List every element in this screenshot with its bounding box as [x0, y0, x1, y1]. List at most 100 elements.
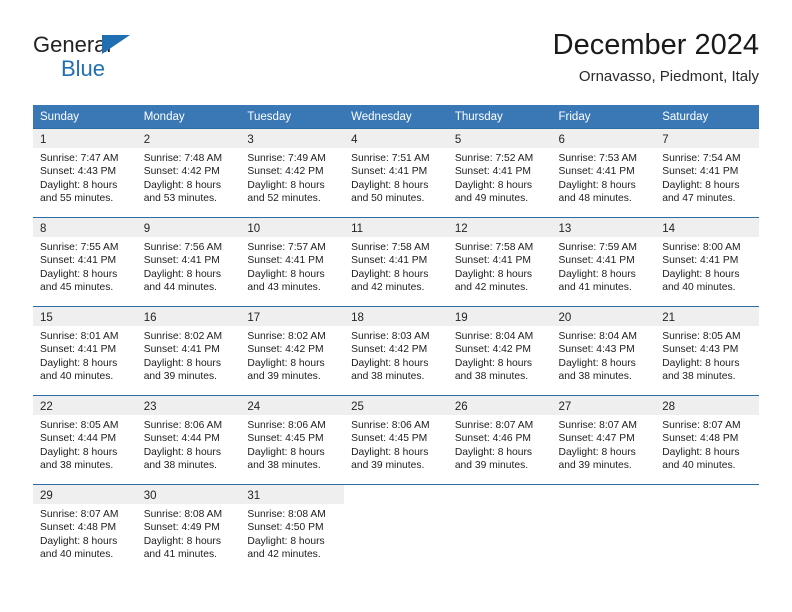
day-cell-inner: 6 Sunrise: 7:53 AM Sunset: 4:41 PM Dayli…: [551, 129, 656, 217]
sunrise-text: Sunrise: 7:57 AM: [247, 242, 326, 253]
daylight-line1: Daylight: 8 hours: [247, 535, 325, 547]
day-cell-inner: 18 Sunrise: 8:03 AM Sunset: 4:42 PM Dayl…: [344, 307, 448, 395]
sunrise-text: Sunrise: 8:03 AM: [351, 331, 430, 342]
day-details: Sunrise: 7:54 AM Sunset: 4:41 PM Dayligh…: [655, 148, 759, 206]
daylight-line2: and 38 minutes.: [454, 371, 529, 383]
daylight-line2: and 40 minutes.: [662, 282, 736, 294]
sunset-text: Sunset: 4:41 PM: [143, 255, 220, 267]
day-number-band: 22: [33, 396, 137, 415]
calendar-day-cell[interactable]: 1 Sunrise: 7:47 AM Sunset: 4:43 PM Dayli…: [33, 128, 137, 218]
calendar-day-cell[interactable]: 7 Sunrise: 7:54 AM Sunset: 4:41 PM Dayli…: [655, 128, 759, 218]
page-subtitle-location: Ornavasso, Piedmont, Italy: [578, 68, 759, 85]
day-details: Sunrise: 8:06 AM Sunset: 4:44 PM Dayligh…: [137, 415, 241, 473]
calendar-week-row: 1 Sunrise: 7:47 AM Sunset: 4:43 PM Dayli…: [33, 128, 759, 218]
sunset-text: Sunset: 4:43 PM: [558, 344, 635, 356]
calendar-day-cell[interactable]: 5 Sunrise: 7:52 AM Sunset: 4:41 PM Dayli…: [447, 128, 552, 218]
day-number: 22: [40, 401, 53, 413]
daylight-line2: and 43 minutes.: [247, 282, 321, 294]
calendar-day-cell[interactable]: 26 Sunrise: 8:07 AM Sunset: 4:46 PM Dayl…: [447, 395, 552, 485]
day-details: Sunrise: 8:07 AM Sunset: 4:48 PM Dayligh…: [655, 415, 759, 473]
sunset-text: Sunset: 4:41 PM: [454, 255, 531, 267]
sunset-text: Sunset: 4:43 PM: [40, 166, 117, 178]
calendar-day-cell[interactable]: 17 Sunrise: 8:02 AM Sunset: 4:42 PM Dayl…: [240, 306, 345, 396]
daylight-line1: Daylight: 8 hours: [247, 268, 325, 280]
daylight-line1: Daylight: 8 hours: [143, 268, 221, 280]
calendar-day-cell[interactable]: 23 Sunrise: 8:06 AM Sunset: 4:44 PM Dayl…: [136, 395, 241, 485]
calendar-day-cell[interactable]: 21 Sunrise: 8:05 AM Sunset: 4:43 PM Dayl…: [655, 306, 759, 396]
calendar-day-cell[interactable]: 9 Sunrise: 7:56 AM Sunset: 4:41 PM Dayli…: [136, 217, 241, 307]
day-number: 2: [143, 134, 151, 146]
daylight-line1: Daylight: 8 hours: [247, 179, 325, 191]
day-cell-inner: 19 Sunrise: 8:04 AM Sunset: 4:42 PM Dayl…: [447, 307, 552, 395]
daylight-line1: Daylight: 8 hours: [40, 446, 118, 458]
calendar-day-cell[interactable]: 22 Sunrise: 8:05 AM Sunset: 4:44 PM Dayl…: [33, 395, 137, 485]
daylight-line1: Daylight: 8 hours: [247, 357, 325, 369]
daylight-line2: and 55 minutes.: [40, 193, 114, 205]
calendar-day-cell[interactable]: 30 Sunrise: 8:08 AM Sunset: 4:49 PM Dayl…: [136, 484, 241, 573]
day-cell-inner: 5 Sunrise: 7:52 AM Sunset: 4:41 PM Dayli…: [447, 129, 552, 217]
sunrise-text: Sunrise: 8:00 AM: [662, 242, 741, 253]
calendar-day-cell[interactable]: 27 Sunrise: 8:07 AM Sunset: 4:47 PM Dayl…: [551, 395, 656, 485]
daylight-line2: and 53 minutes.: [143, 193, 217, 205]
day-details: Sunrise: 8:07 AM Sunset: 4:46 PM Dayligh…: [448, 415, 552, 473]
calendar-day-cell[interactable]: 15 Sunrise: 8:01 AM Sunset: 4:41 PM Dayl…: [33, 306, 137, 396]
day-number-band: 12: [447, 218, 552, 237]
calendar-day-cell[interactable]: 13 Sunrise: 7:59 AM Sunset: 4:41 PM Dayl…: [551, 217, 656, 307]
calendar-day-cell[interactable]: 18 Sunrise: 8:03 AM Sunset: 4:42 PM Dayl…: [344, 306, 448, 396]
calendar-day-cell[interactable]: 31 Sunrise: 8:08 AM Sunset: 4:50 PM Dayl…: [240, 484, 345, 573]
daylight-line2: and 40 minutes.: [40, 371, 114, 383]
sunset-text: Sunset: 4:41 PM: [40, 344, 117, 356]
sunset-text: Sunset: 4:44 PM: [143, 433, 220, 445]
day-details: Sunrise: 8:08 AM Sunset: 4:50 PM Dayligh…: [240, 504, 344, 562]
daylight-line2: and 41 minutes.: [558, 282, 632, 294]
day-cell-inner: 26 Sunrise: 8:07 AM Sunset: 4:46 PM Dayl…: [447, 396, 552, 484]
calendar-day-cell[interactable]: 11 Sunrise: 7:58 AM Sunset: 4:41 PM Dayl…: [344, 217, 448, 307]
day-number-band: 13: [551, 218, 656, 237]
sunset-text: Sunset: 4:50 PM: [247, 522, 324, 534]
calendar-day-cell[interactable]: 19 Sunrise: 8:04 AM Sunset: 4:42 PM Dayl…: [447, 306, 552, 396]
day-number-band: 9: [136, 218, 241, 237]
day-number: 26: [454, 401, 468, 413]
daylight-line1: Daylight: 8 hours: [143, 179, 221, 191]
calendar-day-cell[interactable]: 8 Sunrise: 7:55 AM Sunset: 4:41 PM Dayli…: [33, 217, 137, 307]
day-number: 21: [662, 312, 676, 324]
calendar-day-cell[interactable]: 3 Sunrise: 7:49 AM Sunset: 4:42 PM Dayli…: [240, 128, 345, 218]
daylight-line2: and 42 minutes.: [247, 549, 321, 561]
day-number: 15: [40, 312, 53, 324]
calendar-header: Sunday Monday Tuesday Wednesday Thursday…: [33, 105, 759, 129]
calendar-day-cell[interactable]: 28 Sunrise: 8:07 AM Sunset: 4:48 PM Dayl…: [655, 395, 759, 485]
calendar-day-cell[interactable]: 16 Sunrise: 8:02 AM Sunset: 4:41 PM Dayl…: [136, 306, 241, 396]
day-details: Sunrise: 7:49 AM Sunset: 4:42 PM Dayligh…: [240, 148, 344, 206]
weekday-header-sunday: Sunday: [33, 105, 137, 129]
day-cell-inner: 22 Sunrise: 8:05 AM Sunset: 4:44 PM Dayl…: [33, 396, 137, 484]
day-number-band: 11: [344, 218, 448, 237]
sunrise-text: Sunrise: 8:02 AM: [143, 331, 223, 342]
calendar-day-cell[interactable]: 29 Sunrise: 8:07 AM Sunset: 4:48 PM Dayl…: [33, 484, 137, 573]
calendar-day-cell[interactable]: 10 Sunrise: 7:57 AM Sunset: 4:41 PM Dayl…: [240, 217, 345, 307]
day-details: Sunrise: 8:03 AM Sunset: 4:42 PM Dayligh…: [344, 326, 448, 384]
calendar-day-cell[interactable]: 24 Sunrise: 8:06 AM Sunset: 4:45 PM Dayl…: [240, 395, 345, 485]
day-details: Sunrise: 8:05 AM Sunset: 4:43 PM Dayligh…: [655, 326, 759, 384]
day-number-band: 16: [136, 307, 241, 326]
calendar-day-cell[interactable]: 4 Sunrise: 7:51 AM Sunset: 4:41 PM Dayli…: [344, 128, 448, 218]
day-details: Sunrise: 8:06 AM Sunset: 4:45 PM Dayligh…: [240, 415, 344, 473]
generalblue-logo[interactable]: General Blue: [33, 32, 233, 90]
calendar-week-row: 22 Sunrise: 8:05 AM Sunset: 4:44 PM Dayl…: [33, 395, 759, 485]
calendar-day-cell[interactable]: 14 Sunrise: 8:00 AM Sunset: 4:41 PM Dayl…: [655, 217, 759, 307]
sunrise-text: Sunrise: 7:56 AM: [143, 242, 223, 253]
calendar-day-cell[interactable]: 2 Sunrise: 7:48 AM Sunset: 4:42 PM Dayli…: [136, 128, 241, 218]
calendar-day-cell[interactable]: 20 Sunrise: 8:04 AM Sunset: 4:43 PM Dayl…: [551, 306, 656, 396]
day-number-band: [552, 485, 656, 504]
calendar-day-cell[interactable]: 25 Sunrise: 8:06 AM Sunset: 4:45 PM Dayl…: [344, 395, 448, 485]
day-details: Sunrise: 8:07 AM Sunset: 4:48 PM Dayligh…: [33, 504, 137, 562]
calendar-day-cell[interactable]: 12 Sunrise: 7:58 AM Sunset: 4:41 PM Dayl…: [447, 217, 552, 307]
weekday-header-row: Sunday Monday Tuesday Wednesday Thursday…: [33, 105, 759, 129]
day-number: 24: [247, 401, 261, 413]
sunrise-text: Sunrise: 7:51 AM: [351, 153, 430, 164]
sunset-text: Sunset: 4:41 PM: [558, 255, 635, 267]
sunrise-text: Sunrise: 8:06 AM: [143, 420, 223, 431]
sunrise-text: Sunrise: 7:52 AM: [454, 153, 534, 164]
calendar-day-cell[interactable]: 6 Sunrise: 7:53 AM Sunset: 4:41 PM Dayli…: [551, 128, 656, 218]
daylight-line2: and 38 minutes.: [558, 371, 632, 383]
day-number-band: 29: [33, 485, 137, 504]
